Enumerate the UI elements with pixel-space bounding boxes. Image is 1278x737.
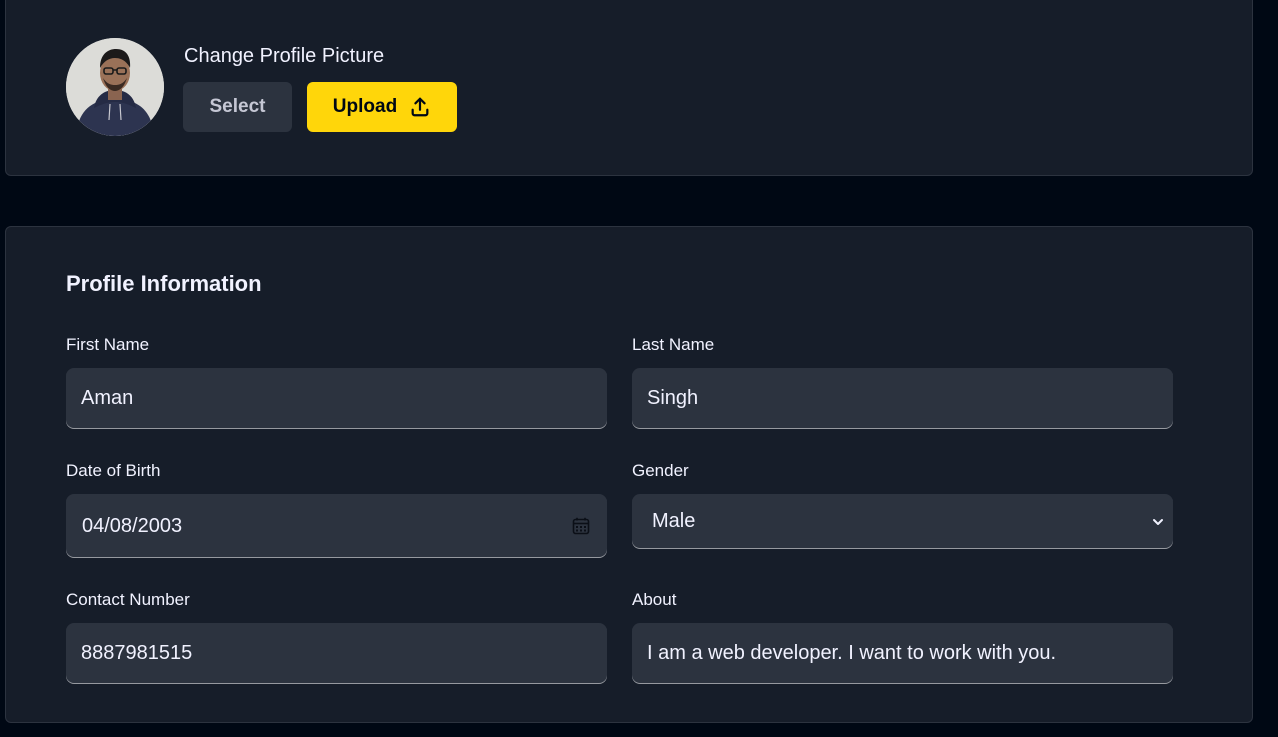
chevron-down-icon [1153, 518, 1163, 525]
about-value: I am a web developer. I want to work wit… [647, 642, 1057, 664]
gender-select[interactable]: Male [632, 494, 1173, 549]
last-name-input[interactable]: Singh [632, 368, 1173, 429]
avatar [66, 38, 164, 136]
upload-icon [411, 97, 429, 117]
profile-information-title: Profile Information [66, 271, 262, 296]
date-of-birth-value: 04/08/2003 [82, 514, 183, 537]
gender-value: Male [652, 510, 696, 532]
date-of-birth-input[interactable]: 04/08/2003 [66, 494, 607, 558]
upload-button[interactable]: Upload [307, 82, 457, 132]
first-name-input[interactable]: Aman [66, 368, 607, 429]
profile-picture-card: Change Profile Picture Select Upload [5, 0, 1253, 176]
last-name-label: Last Name [632, 335, 715, 354]
calendar-icon[interactable] [572, 517, 590, 535]
about-label: About [632, 590, 677, 609]
change-profile-picture-title: Change Profile Picture [184, 45, 385, 67]
profile-information-card: Profile Information First Name Aman Last… [5, 226, 1253, 723]
contact-number-value: 8887981515 [81, 642, 193, 664]
last-name-value: Singh [647, 387, 699, 409]
select-button[interactable]: Select [183, 82, 292, 132]
contact-number-input[interactable]: 8887981515 [66, 623, 607, 684]
select-button-label: Select [209, 96, 266, 117]
gender-label: Gender [632, 461, 689, 480]
upload-button-label: Upload [332, 96, 398, 117]
first-name-label: First Name [66, 335, 150, 354]
date-of-birth-label: Date of Birth [66, 461, 161, 480]
contact-number-label: Contact Number [66, 590, 190, 609]
about-input[interactable]: I am a web developer. I want to work wit… [632, 623, 1173, 684]
first-name-value: Aman [81, 387, 134, 409]
